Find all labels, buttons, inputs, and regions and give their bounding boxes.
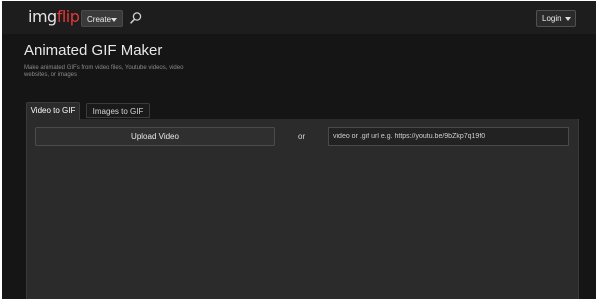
search-icon[interactable]: [129, 11, 143, 25]
page: imgflip Create Login Animated GIF Maker …: [2, 1, 596, 299]
login-button[interactable]: Login: [536, 10, 576, 27]
tab-panel: [26, 119, 579, 299]
top-nav: imgflip Create Login: [2, 1, 596, 34]
upload-video-button[interactable]: Upload Video: [35, 127, 275, 146]
page-title: Animated GIF Maker: [24, 42, 163, 59]
tab-video-to-gif[interactable]: Video to GIF: [26, 102, 80, 120]
logo-img-text: img: [28, 7, 57, 26]
create-button[interactable]: Create: [81, 10, 123, 27]
tab-images-to-gif[interactable]: Images to GIF: [86, 103, 150, 118]
or-separator: or: [298, 132, 306, 141]
login-button-label: Login: [542, 14, 562, 23]
create-button-label: Create: [87, 15, 112, 24]
imgflip-logo[interactable]: imgflip: [28, 7, 80, 26]
caret-down-icon: [111, 18, 117, 22]
page-subtitle: Make animated GIFs from video files, You…: [24, 65, 184, 78]
video-url-input[interactable]: [328, 127, 569, 146]
logo-flip-text: flip: [56, 7, 80, 26]
caret-down-icon: [565, 17, 571, 21]
